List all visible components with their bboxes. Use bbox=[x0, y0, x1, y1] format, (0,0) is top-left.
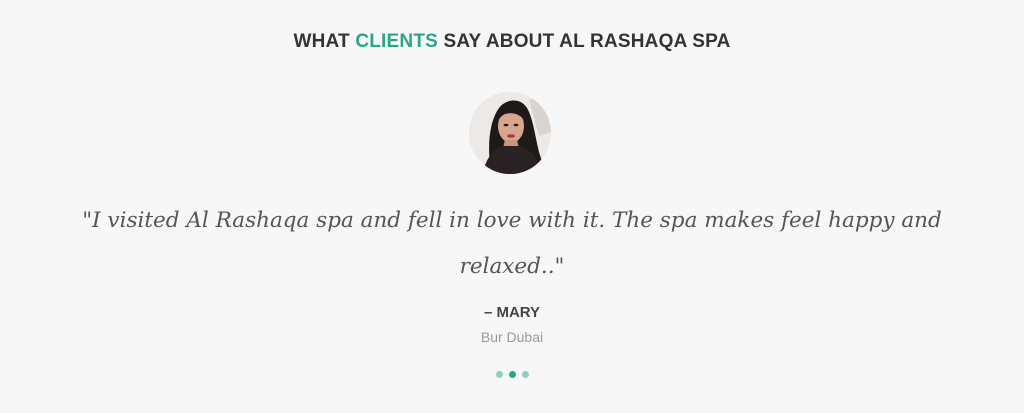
carousel-dot-1[interactable] bbox=[495, 371, 503, 378]
person-photo-icon bbox=[469, 92, 551, 174]
section-heading: WHAT CLIENTS SAY ABOUT AL RASHAQA SPA bbox=[0, 31, 1024, 53]
testimonial-author: – MARY bbox=[483, 304, 541, 321]
testimonials-section: WHAT CLIENTS SAY ABOUT AL RASHAQA SPA "I… bbox=[0, 0, 1024, 413]
carousel-dot-3[interactable] bbox=[521, 371, 529, 378]
carousel-pagination bbox=[0, 371, 1024, 378]
testimonial-location: Bur Dubai bbox=[480, 329, 544, 345]
testimonial-quote: "I visited Al Rashaqa spa and fell in lo… bbox=[82, 208, 942, 279]
client-avatar bbox=[469, 92, 551, 174]
heading-accent: CLIENTS bbox=[355, 31, 439, 52]
heading-prefix: WHAT bbox=[293, 31, 356, 52]
heading-suffix: SAY ABOUT AL RASHAQA SPA bbox=[438, 31, 731, 52]
carousel-dot-2[interactable] bbox=[508, 371, 516, 378]
